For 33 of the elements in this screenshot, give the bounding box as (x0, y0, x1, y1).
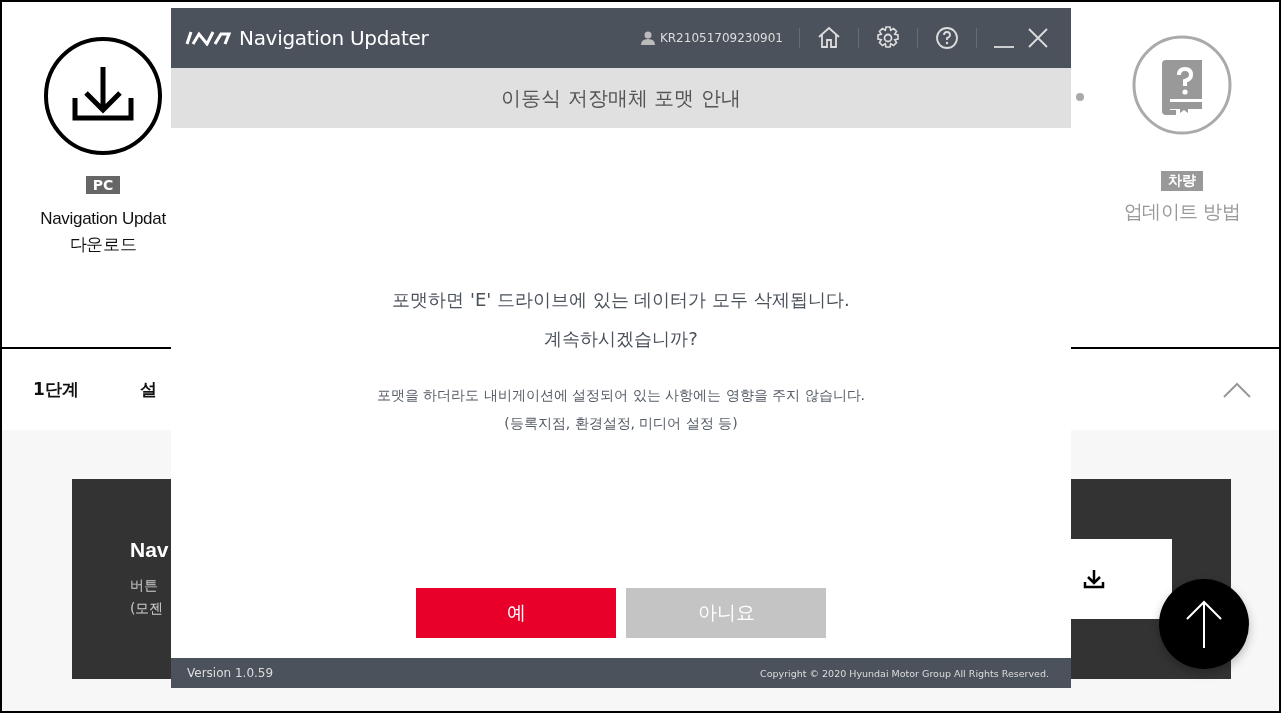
carousel-dot (1076, 93, 1084, 101)
copyright-text: Copyright © 2020 Hyundai Motor Group All Rights Reserved. (760, 667, 1049, 679)
help-icon[interactable] (934, 25, 960, 51)
app-title: Navigation Updater (239, 26, 429, 50)
step-tab[interactable]: 1단계 (33, 378, 140, 401)
dialog-heading: 이동식 저장매체 포맷 안내 (501, 84, 741, 112)
version-text: Version 1.0.59 (187, 666, 274, 680)
confirm-message: 포맷하면 'E' 드라이브에 있는 데이터가 모두 삭제됩니다. (392, 288, 850, 312)
user-icon (640, 31, 655, 45)
card-description: 버튼 (130, 576, 159, 595)
chevron-up-icon[interactable] (1223, 381, 1251, 398)
step-tab[interactable]: 설 (140, 378, 157, 401)
update-method-title: 업데이트 방법 (1124, 199, 1240, 224)
vehicle-badge: 차량 (1161, 171, 1203, 191)
arrow-up-icon (1184, 599, 1224, 649)
user-id: KR21051709230901 (659, 31, 783, 45)
download-icon[interactable] (43, 36, 163, 156)
confirm-message: 계속하시겠습니까? (544, 327, 698, 351)
settings-icon[interactable] (875, 25, 901, 51)
platform-badge: PC (85, 176, 121, 194)
note-text: 포맷을 하더라도 내비게이션에 설정되어 있는 사항에는 영향을 주지 않습니다. (376, 386, 866, 405)
download-title: Navigation Updat (40, 208, 166, 230)
yes-button[interactable]: 예 (416, 588, 616, 638)
logo-icon (185, 30, 231, 46)
card-description: (모젠 (130, 599, 165, 618)
download-title: 다운로드 (69, 234, 137, 256)
download-button[interactable] (1070, 539, 1172, 619)
home-icon[interactable] (816, 25, 842, 51)
help-book-icon[interactable] (1132, 35, 1232, 135)
note-text: (등록지점, 환경설정, 미디어 설정 등) (504, 414, 738, 433)
download-icon (1083, 569, 1105, 589)
close-icon[interactable] (1027, 27, 1049, 49)
card-title: Nav (130, 538, 169, 562)
